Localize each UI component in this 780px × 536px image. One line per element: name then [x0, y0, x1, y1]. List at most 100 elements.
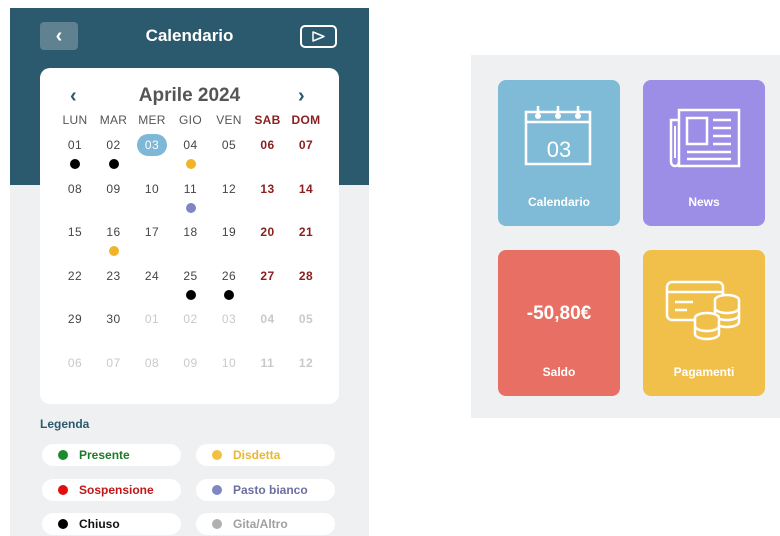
calendar-day[interactable]: 01: [56, 134, 94, 178]
dashboard: 03 Calendario News -50,80€ Saldo Pagamen…: [471, 55, 780, 418]
day-number: 12: [221, 181, 237, 196]
day-number: 06: [67, 355, 83, 370]
calendar-day[interactable]: 22: [56, 265, 94, 309]
calendar-day[interactable]: 11: [249, 352, 287, 396]
calendar-day[interactable]: 26: [210, 265, 248, 309]
tile-label: Saldo: [542, 365, 576, 379]
calendar-day[interactable]: 14: [287, 178, 325, 222]
calendar-day-today[interactable]: 03: [133, 134, 171, 178]
calendar-day[interactable]: 29: [56, 308, 94, 352]
next-month-icon[interactable]: ›: [298, 84, 305, 108]
day-number: 22: [67, 268, 83, 283]
status-dot: [108, 159, 119, 169]
calendar-day[interactable]: 21: [287, 221, 325, 265]
day-number: 03: [137, 134, 167, 156]
calendar-day[interactable]: 10: [133, 178, 171, 222]
calendar-day[interactable]: 04: [249, 308, 287, 352]
calendar-day[interactable]: 23: [95, 265, 133, 309]
day-number: 04: [183, 138, 198, 152]
day-number: 28: [298, 268, 314, 283]
calendar-day[interactable]: 07: [95, 352, 133, 396]
day-number: 11: [183, 181, 198, 196]
legend-item: Disdetta: [196, 444, 335, 466]
pagamenti-tile[interactable]: Pagamenti: [643, 250, 765, 396]
weekday-header: LUN MAR MER GIO VEN SAB DOM: [56, 113, 336, 129]
calendar-icon: 03: [524, 104, 594, 168]
legend-title: Legenda: [40, 417, 90, 431]
calendar-card: ‹ Aprile 2024 › LUN MAR MER GIO VEN SAB DOM 01…: [40, 68, 339, 404]
day-number: 27: [260, 268, 275, 283]
day-number: 15: [67, 225, 83, 239]
weekday-label: MER: [138, 113, 166, 127]
calendario-tile[interactable]: 03 Calendario: [498, 80, 620, 226]
calendar-day[interactable]: 12: [287, 352, 325, 396]
calendar-day[interactable]: 08: [133, 352, 171, 396]
calendar-day[interactable]: 17: [133, 221, 171, 265]
calendar-day[interactable]: 13: [249, 178, 287, 222]
calendar-day[interactable]: 15: [56, 221, 94, 265]
day-number: 08: [144, 355, 160, 370]
legend-item: Presente: [42, 444, 181, 466]
calendar-day[interactable]: 28: [287, 265, 325, 309]
legend-item: Pasto bianco: [196, 479, 335, 501]
calendar-day[interactable]: 03: [210, 308, 248, 352]
legend-label: Disdetta: [233, 448, 281, 462]
status-dot: [185, 159, 196, 169]
calendar-day[interactable]: 20: [249, 221, 287, 265]
day-number: 06: [260, 138, 275, 152]
play-icon: [312, 31, 325, 42]
weekday-label: VEN: [216, 113, 242, 127]
news-tile[interactable]: News: [643, 80, 765, 226]
calendar-day[interactable]: 05: [210, 134, 248, 178]
calendar-day[interactable]: 25: [172, 265, 210, 309]
calendar-day[interactable]: 10: [210, 352, 248, 396]
saldo-tile[interactable]: -50,80€ Saldo: [498, 250, 620, 396]
calendar-day[interactable]: 02: [172, 308, 210, 352]
day-number: 30: [106, 312, 121, 326]
calendar-day[interactable]: 06: [56, 352, 94, 396]
balance-value: -50,80€: [526, 303, 592, 324]
day-number: 17: [144, 225, 160, 239]
legend-label: Presente: [79, 448, 130, 462]
tile-label: News: [688, 195, 720, 209]
day-number: 23: [106, 268, 121, 283]
day-number: 14: [298, 181, 314, 196]
calendar-day[interactable]: 07: [287, 134, 325, 178]
calendar-screen: ‹ Calendario ‹ Aprile 2024 › LUN MAR MER GI…: [10, 8, 369, 536]
calendar-day[interactable]: 12: [210, 178, 248, 222]
day-number: 09: [183, 355, 198, 370]
legend-label: Chiuso: [79, 517, 120, 531]
day-number: 02: [106, 138, 121, 152]
calendar-day[interactable]: 05: [287, 308, 325, 352]
day-number: 20: [260, 225, 275, 239]
play-button[interactable]: [300, 25, 337, 48]
legend-item: Sospensione: [42, 479, 181, 501]
calendar-day[interactable]: 27: [249, 265, 287, 309]
legend-dot: [58, 450, 68, 460]
legend-item: Gita/Altro: [196, 513, 335, 535]
calendar-day[interactable]: 30: [95, 308, 133, 352]
calendar-day[interactable]: 04: [172, 134, 210, 178]
day-number: 09: [106, 181, 121, 196]
day-number: 07: [298, 138, 314, 152]
day-number: 01: [144, 312, 160, 326]
legend-label: Pasto bianco: [233, 483, 308, 497]
calendar-day[interactable]: 08: [56, 178, 94, 222]
calendar-day[interactable]: 24: [133, 265, 171, 309]
calendar-day[interactable]: 18: [172, 221, 210, 265]
calendar-day[interactable]: 11: [172, 178, 210, 222]
status-dot: [108, 246, 119, 256]
day-number: 19: [221, 225, 237, 239]
calendar-day[interactable]: 02: [95, 134, 133, 178]
calendar-day[interactable]: 16: [95, 221, 133, 265]
calendar-day[interactable]: 01: [133, 308, 171, 352]
calendar-day[interactable]: 19: [210, 221, 248, 265]
month-title: Aprile 2024: [138, 85, 241, 106]
status-dot: [224, 289, 234, 300]
day-number: 16: [106, 225, 121, 239]
calendar-day[interactable]: 09: [95, 178, 133, 222]
calendar-day[interactable]: 09: [172, 352, 210, 396]
legend-dot: [58, 519, 68, 529]
calendar-day[interactable]: 06: [249, 134, 287, 178]
day-number: 02: [183, 312, 198, 326]
